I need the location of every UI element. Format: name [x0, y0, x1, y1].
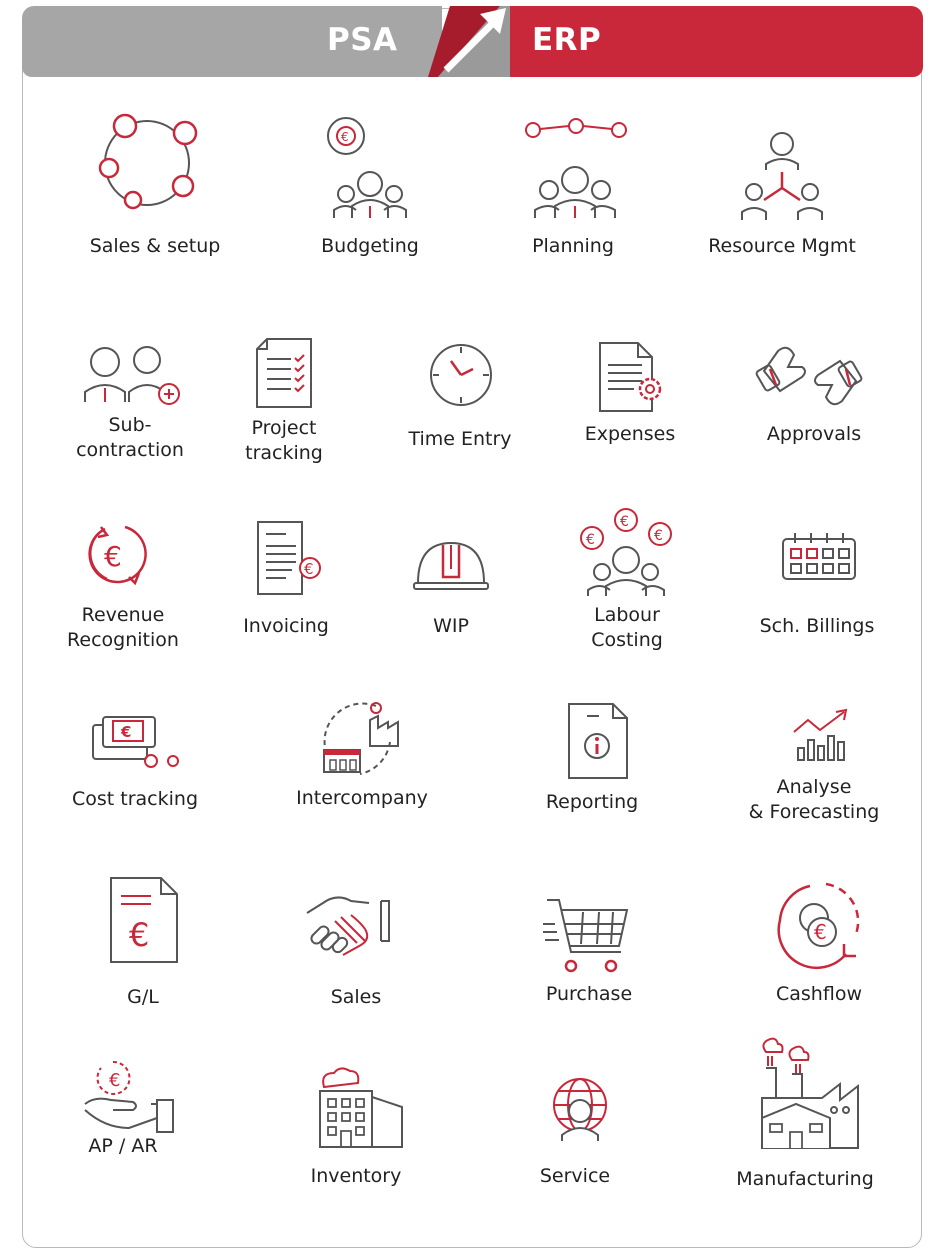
hand-euro-icon: €	[84, 1060, 174, 1133]
team-timeline-icon	[525, 118, 627, 218]
svg-text:€: €	[304, 560, 314, 578]
svg-text:€: €	[586, 532, 595, 548]
report-info-icon	[568, 703, 628, 779]
resource-hierarchy-icon	[741, 132, 823, 220]
subcontractor-icon	[84, 346, 180, 405]
cost-card-icon: €	[92, 716, 179, 768]
intercompany-icon	[323, 702, 399, 775]
bar-trend-icon	[793, 708, 848, 761]
label-approvals: Approvals	[766, 423, 862, 445]
svg-text:€: €	[104, 540, 122, 573]
expense-document-icon	[599, 342, 662, 412]
team-euro-icon: €	[327, 117, 407, 218]
label-manufacturing: Manufacturing	[736, 1168, 874, 1190]
label-ap-ar: AP / AR	[88, 1135, 158, 1157]
svg-text:€: €	[341, 130, 349, 144]
calendar-icon	[782, 533, 856, 580]
factory-icon	[761, 1037, 859, 1149]
ledger-euro-icon: €	[110, 877, 178, 963]
handshake-icon	[306, 896, 390, 956]
globe-agent-icon	[553, 1078, 607, 1141]
label-cost-tracking: Cost tracking	[71, 788, 198, 810]
svg-text:€: €	[120, 723, 131, 741]
label-intercompany: Intercompany	[296, 787, 428, 809]
svg-text:€: €	[654, 528, 663, 544]
svg-text:€: €	[814, 920, 827, 944]
label-inventory: Inventory	[310, 1165, 402, 1187]
label-project-tracking: Project tracking	[245, 417, 323, 464]
label-reporting: Reporting	[545, 791, 639, 813]
label-cashflow: Cashflow	[776, 983, 862, 1005]
svg-text:€: €	[620, 514, 629, 530]
cart-icon	[543, 899, 629, 973]
label-sales-setup: Sales & setup	[89, 235, 221, 257]
label-labour-costing: Labour Costing	[591, 604, 663, 651]
label-budgeting: Budgeting	[321, 235, 419, 257]
label-gl: G/L	[127, 986, 159, 1008]
coins-cycle-icon: €	[777, 882, 860, 970]
clock-icon	[430, 344, 492, 406]
checklist-icon	[256, 338, 312, 408]
psa-label: PSA	[327, 22, 398, 58]
label-purchase: Purchase	[545, 983, 633, 1005]
warehouse-icon	[319, 1067, 403, 1148]
arrow-transition-icon	[428, 6, 510, 77]
label-service: Service	[539, 1165, 611, 1187]
thumbs-icon	[755, 346, 863, 406]
invoice-icon: €	[257, 521, 321, 595]
svg-text:€: €	[109, 1070, 120, 1091]
label-expenses: Expenses	[584, 423, 676, 445]
hard-hat-icon	[413, 541, 489, 590]
header-banner: PSA ERP	[22, 6, 923, 77]
label-wip: WIP	[433, 615, 469, 637]
svg-text:€: €	[129, 916, 149, 954]
label-resource-mgmt: Resource Mgmt	[708, 235, 856, 257]
label-planning: Planning	[532, 235, 614, 257]
label-sch-billings: Sch. Billings	[759, 615, 875, 637]
label-sales: Sales	[330, 986, 382, 1008]
label-analyse-forecasting: Analyse & Forecasting	[748, 776, 880, 823]
labour-euro-icon: € € €	[580, 508, 672, 596]
erp-label: ERP	[532, 22, 602, 58]
euro-cycle-icon: €	[88, 525, 147, 586]
cycle-icon	[98, 113, 198, 210]
